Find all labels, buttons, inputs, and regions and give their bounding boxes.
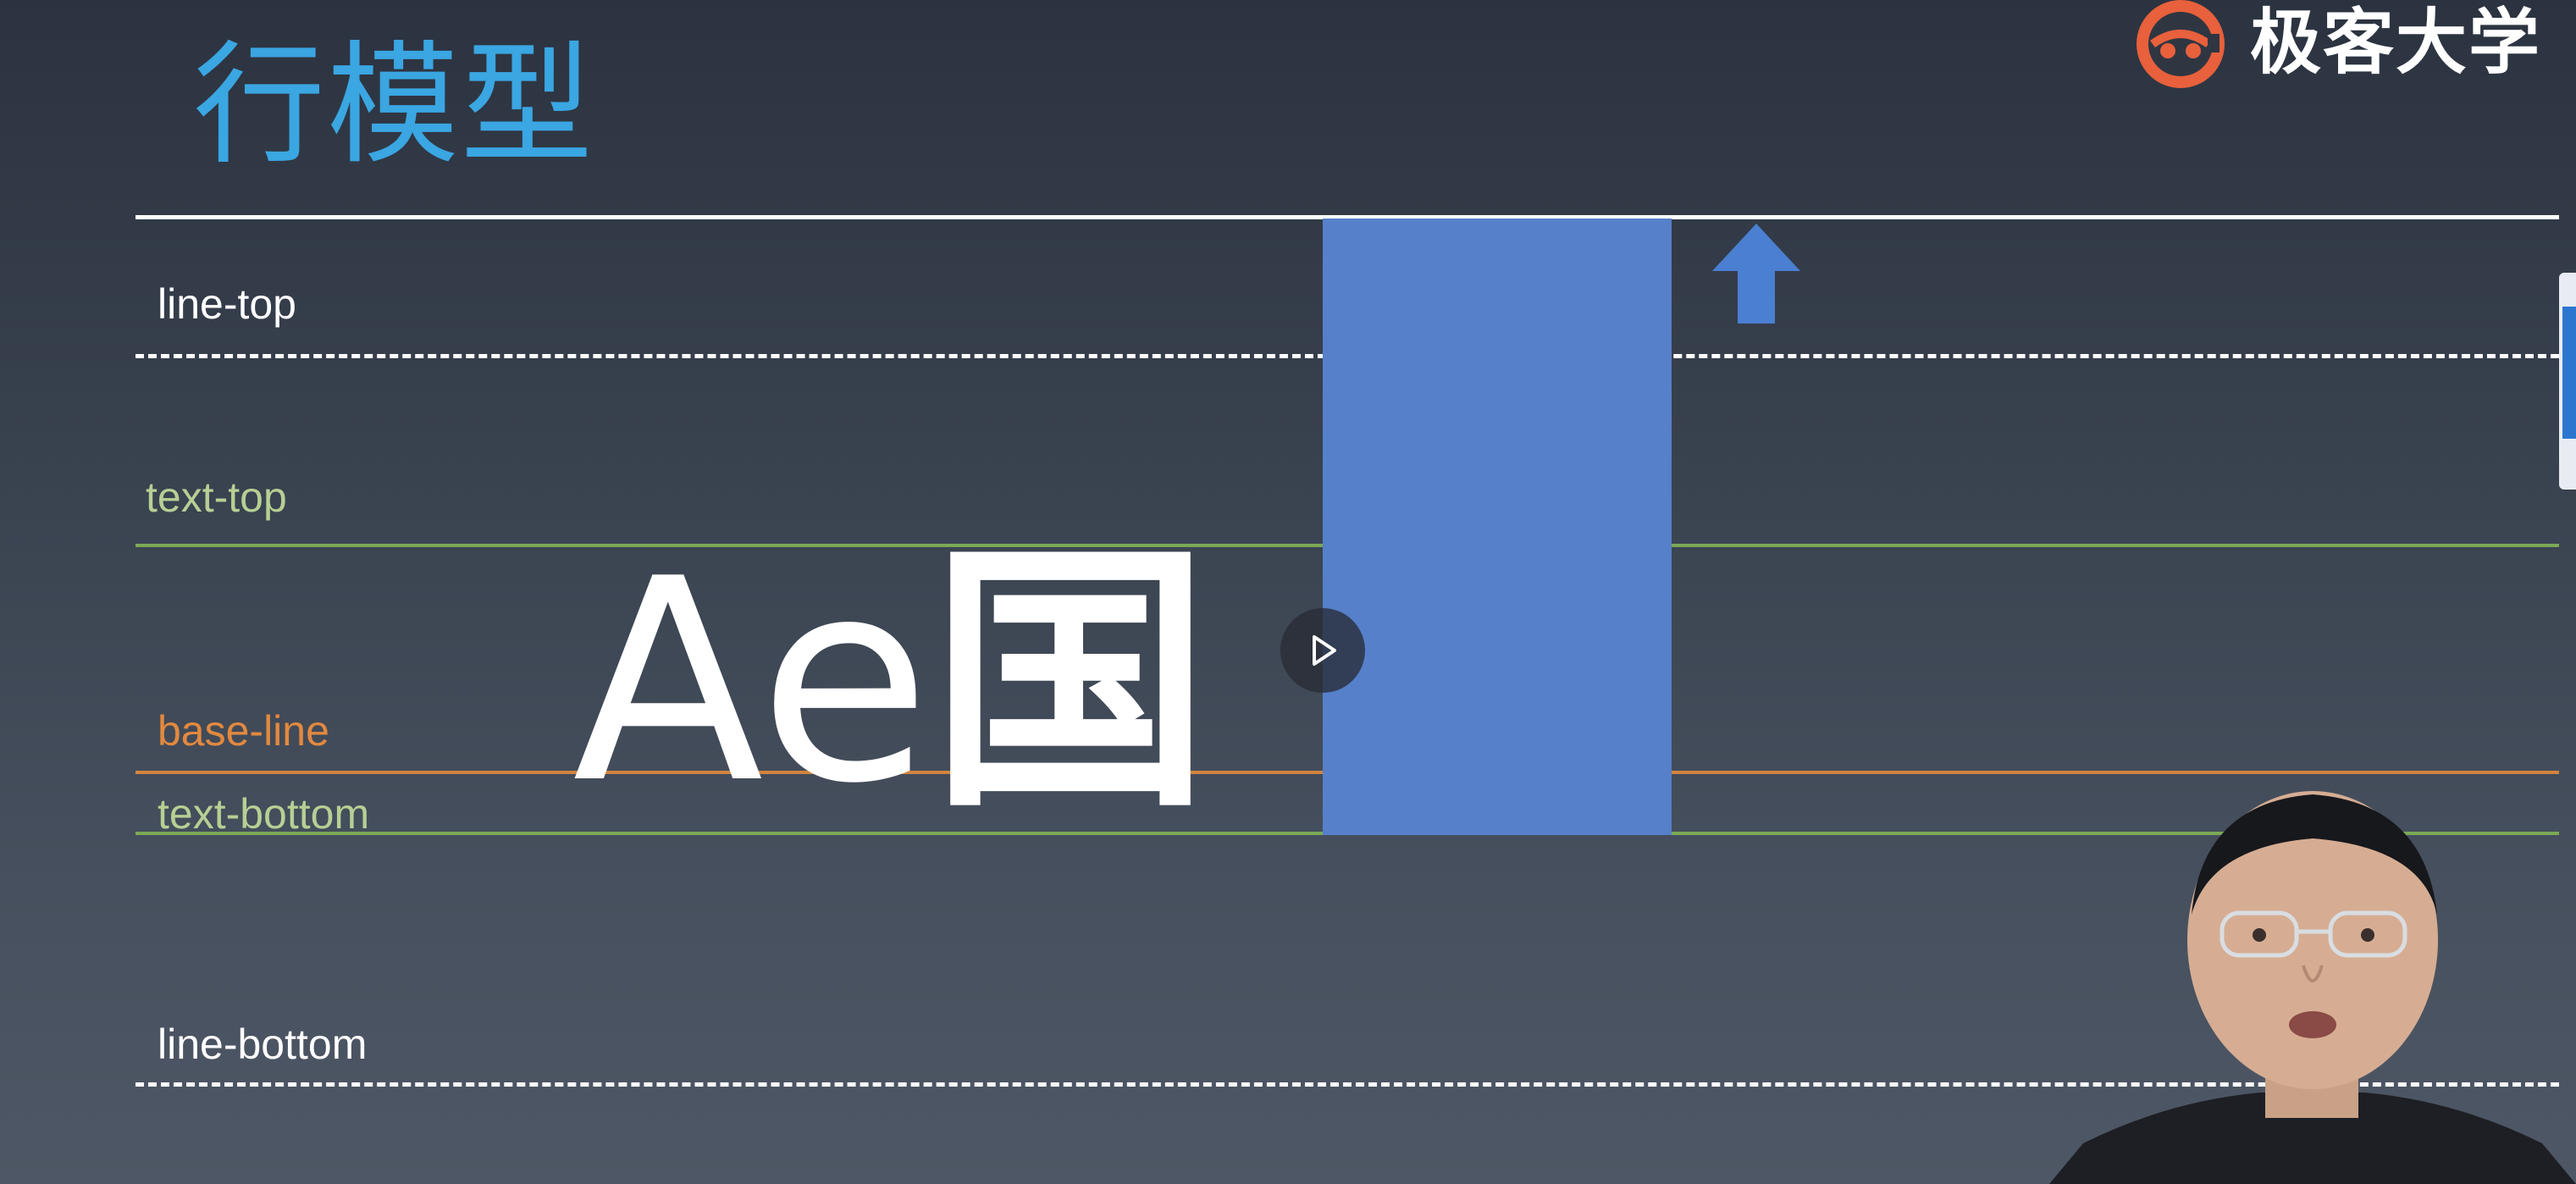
label-line-bottom: line-bottom bbox=[158, 1021, 368, 1068]
label-base-line: base-line bbox=[158, 707, 329, 755]
label-text-bottom: text-bottom bbox=[158, 790, 370, 838]
sample-text-cjk: 国 bbox=[930, 519, 1210, 844]
sample-text: Ae国 bbox=[572, 542, 1210, 822]
play-icon bbox=[1313, 635, 1336, 666]
geek-university-logo-icon bbox=[2137, 0, 2225, 88]
geek-university-logo: 极客大学 bbox=[2127, 0, 2568, 102]
label-text-top: text-top bbox=[146, 473, 287, 521]
side-panel-tab-indicator bbox=[2562, 307, 2576, 439]
play-button[interactable] bbox=[1280, 608, 1365, 693]
sample-text-latin: Ae bbox=[572, 519, 931, 844]
inline-block-box bbox=[1323, 219, 1672, 835]
label-line-top: line-top bbox=[158, 280, 296, 328]
slide-title: 行模型 bbox=[193, 28, 594, 182]
presenter-video bbox=[2049, 791, 2576, 1184]
logo-text: 极客大学 bbox=[2250, 1, 2542, 84]
up-arrow-icon bbox=[1712, 224, 1800, 324]
